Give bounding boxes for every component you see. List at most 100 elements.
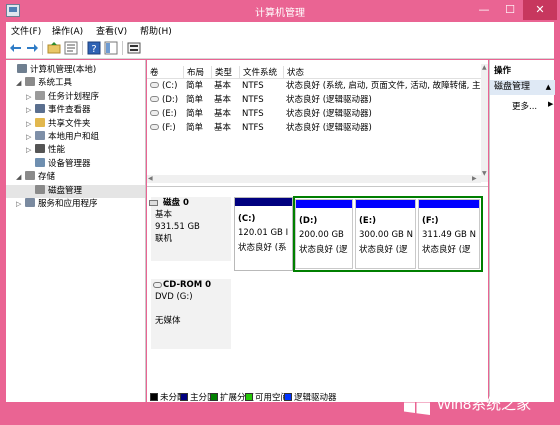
tree-item-disk-management[interactable]: 磁盘管理 [6, 184, 145, 198]
actions-more-link[interactable]: 更多... [512, 100, 537, 112]
volume-row[interactable]: (C:) 简单 基本 NTFS 状态良好 (系统, 启动, 页面文件, 活动, 故障转储… [147, 80, 488, 93]
tree-item-clock[interactable]: ▷ 任务计划程序 [26, 90, 99, 104]
disk-0-label[interactable]: 磁盘 0 基本 931.51 GB 联机 [149, 197, 231, 261]
menu-file[interactable]: 文件(F) [11, 24, 41, 37]
partition-d[interactable]: (D:) 200.00 GB 状态良好 (逻 [295, 199, 353, 269]
properties-icon[interactable] [64, 41, 78, 55]
volume-cell-状态: 状态良好 (逻辑驱动器) [286, 123, 372, 133]
column-filesystem[interactable]: 文件系统 [239, 66, 283, 78]
close-button[interactable]: ✕ [523, 0, 557, 20]
actions-pane: 操作 磁盘管理 ▲ 更多... ▶ [489, 60, 555, 402]
scroll-up-arrow-icon[interactable]: ▲ [482, 64, 487, 71]
tree-expander-icon[interactable]: ▷ [16, 198, 25, 211]
volume-cell-文件系统: NTFS [242, 123, 264, 133]
volume-cell-卷: (C:) [150, 80, 184, 93]
column-status[interactable]: 状态 [283, 66, 488, 78]
back-icon[interactable] [9, 41, 23, 55]
tools-icon [25, 77, 35, 87]
volume-cell-文件系统: NTFS [242, 95, 264, 105]
legend-swatch [180, 393, 188, 401]
menu-view[interactable]: 查看(V) [96, 24, 127, 37]
collapse-triangle-icon[interactable]: ▲ [546, 80, 551, 95]
volume-row[interactable]: (F:) 简单 基本 NTFS 状态良好 (逻辑驱动器) [147, 122, 488, 135]
partition-size: 311.49 GB N [422, 230, 476, 240]
performance-icon [35, 144, 45, 154]
tree-item-label: 共享文件夹 [48, 118, 91, 129]
cdrom-0-label[interactable]: CD-ROM 0 DVD (G:) 无媒体 [151, 279, 231, 349]
actions-section-disk-management[interactable]: 磁盘管理 ▲ [490, 80, 555, 95]
minimize-button[interactable]: — [471, 0, 497, 20]
tree-item-services[interactable]: ▷ 服务和应用程序 [16, 198, 98, 211]
tree-expander-icon[interactable]: ▷ [26, 104, 35, 117]
tree-expander-icon[interactable]: ▷ [26, 118, 35, 131]
partition-e[interactable]: (E:) 300.00 GB N 状态良好 (逻 [355, 199, 416, 269]
tree-item-label: 事件查看器 [48, 105, 91, 116]
drive-icon [150, 82, 159, 88]
volume-row[interactable]: (E:) 简单 基本 NTFS 状态良好 (逻辑驱动器) [147, 108, 488, 121]
partition-letter: (F:) [422, 216, 439, 226]
tree-item-label: 存储 [38, 172, 56, 183]
volume-list-vertical-scrollbar[interactable]: ▲ ▼ [481, 64, 488, 182]
tree-item-storage[interactable]: ◢ 存储 [16, 171, 55, 184]
menu-help[interactable]: 帮助(H) [140, 24, 172, 37]
partition-bar [419, 200, 479, 208]
legend-swatch [150, 393, 158, 401]
tree-item-tools[interactable]: ◢ 系统工具 [16, 77, 72, 90]
partition-size: 300.00 GB N [359, 230, 413, 240]
volume-cell-卷: (E:) [150, 108, 184, 121]
tree-item-computer[interactable]: 计算机管理(本地) [8, 64, 96, 77]
users-icon [35, 131, 45, 140]
partition-bar [235, 198, 292, 206]
tree-item-label: 性能 [48, 145, 66, 156]
help-icon[interactable]: ? [87, 41, 101, 55]
tree-expander-icon[interactable]: ◢ [16, 77, 25, 90]
scroll-down-arrow-icon[interactable]: ▼ [482, 170, 487, 177]
partition-bar [296, 200, 352, 208]
tree-expander-icon[interactable]: ▷ [26, 144, 35, 157]
tree-item-event-viewer[interactable]: ▷ 事件查看器 [26, 104, 91, 117]
forward-icon[interactable] [25, 41, 39, 55]
legend-item: 可用空间 [245, 391, 289, 403]
volume-row[interactable]: (D:) 简单 基本 NTFS 状态良好 (逻辑驱动器) [147, 94, 488, 107]
disk-status: 联机 [155, 234, 173, 244]
volume-cell-文件系统: NTFS [242, 109, 264, 119]
title-bar[interactable]: 计算机管理 — ☐ ✕ [0, 0, 560, 22]
partition-c[interactable]: (C:) 120.01 GB I 状态良好 (系 [234, 197, 293, 271]
tree-item-users[interactable]: ▷ 本地用户和组 [26, 131, 99, 144]
maximize-button[interactable]: ☐ [497, 0, 523, 20]
volume-letter: (E:) [162, 109, 177, 119]
tree-item-label: 本地用户和组 [48, 132, 100, 142]
cd-drive-icon [153, 282, 162, 288]
partition-f[interactable]: (F:) 311.49 GB N 状态良好 (逻 [418, 199, 480, 269]
legend: 未分配 主分区 扩展分区 可用空间 逻辑驱动器 [147, 390, 397, 403]
tree-item-performance[interactable]: ▷ 性能 [26, 144, 65, 157]
volume-cell-状态: 状态良好 (逻辑驱动器) [286, 109, 372, 119]
tree-expander-icon[interactable]: ◢ [16, 171, 25, 184]
partition-status: 状态良好 (逻 [422, 245, 471, 255]
menu-action[interactable]: 操作(A) [52, 24, 83, 37]
volume-list-horizontal-scrollbar[interactable]: ◀ ▶ [147, 175, 481, 183]
disk-view-icon[interactable] [127, 41, 141, 55]
disk-name: 磁盘 0 [163, 198, 189, 208]
tree-item-device-manager[interactable]: 设备管理器 [26, 157, 91, 171]
scroll-right-arrow-icon[interactable]: ▶ [472, 175, 477, 182]
column-volume[interactable]: 卷 [147, 66, 183, 78]
partition-status: 状态良好 (逻 [359, 245, 408, 255]
tree-expander-icon[interactable]: ▷ [26, 131, 35, 144]
show-hide-icon[interactable] [104, 41, 118, 55]
tree-item-shared-folder[interactable]: ▷ 共享文件夹 [26, 117, 91, 131]
partition-size: 200.00 GB [299, 230, 344, 240]
submenu-arrow-icon[interactable]: ▶ [548, 100, 553, 108]
tree-item-label: 磁盘管理 [48, 185, 83, 196]
tree-expander-icon[interactable]: ▷ [26, 91, 35, 104]
scroll-left-arrow-icon[interactable]: ◀ [148, 175, 153, 182]
volume-cell-卷: (F:) [150, 122, 184, 135]
cdrom-volume-area[interactable] [234, 279, 483, 349]
column-layout[interactable]: 布局 [183, 66, 211, 78]
volume-cell-文件系统: NTFS [242, 81, 264, 91]
up-folder-icon[interactable] [47, 41, 61, 55]
tree-item-label: 计算机管理(本地) [30, 65, 97, 75]
column-type[interactable]: 类型 [211, 66, 239, 78]
legend-swatch [245, 393, 253, 401]
drive-icon [150, 124, 159, 130]
